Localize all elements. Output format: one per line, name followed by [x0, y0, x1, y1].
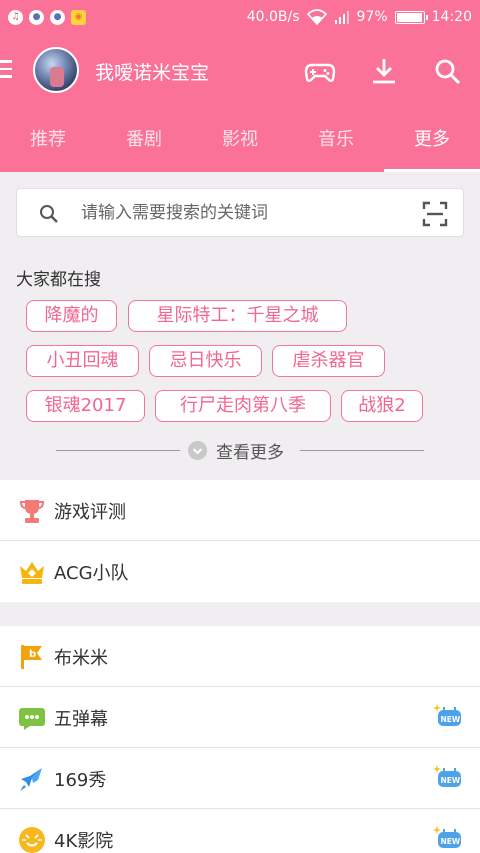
list-item-label: 4K影院	[54, 827, 113, 853]
feature-list: 游戏评测 ACG小队	[0, 480, 480, 602]
camera-app-icon: ◉	[71, 10, 86, 25]
chat-app-icon: ●	[29, 10, 44, 25]
signal-icon	[334, 10, 350, 24]
list-item-acg-team[interactable]: ACG小队	[0, 541, 480, 602]
list-item-label: 169秀	[54, 766, 106, 792]
crown-icon	[18, 558, 46, 586]
game-controller-icon[interactable]	[304, 56, 336, 88]
tab-anime[interactable]: 番剧	[96, 110, 192, 172]
wifi-icon	[307, 9, 327, 25]
list-item-label: 五弹幕	[54, 705, 108, 731]
tab-music[interactable]: 音乐	[288, 110, 384, 172]
rocket-icon	[18, 765, 46, 793]
hot-search-tag[interactable]: 降魔的	[26, 300, 117, 332]
tab-movies[interactable]: 影视	[192, 110, 288, 172]
divider	[56, 450, 180, 451]
list-item-label: 布米米	[54, 644, 108, 670]
site-list: b 布米米 五弹幕 NEW 169秀	[0, 626, 480, 853]
list-item-wudanmu[interactable]: 五弹幕 NEW	[0, 687, 480, 748]
download-icon[interactable]	[368, 56, 400, 88]
category-tabs: 推荐 番剧 影视 音乐 更多	[0, 110, 480, 172]
svg-text:b: b	[29, 649, 36, 660]
divider	[300, 450, 424, 451]
search-box	[16, 188, 464, 237]
chat-app-icon: ●	[50, 10, 65, 25]
search-icon	[39, 204, 59, 224]
list-item-169show[interactable]: 169秀 NEW	[0, 748, 480, 809]
tab-recommend[interactable]: 推荐	[0, 110, 96, 172]
list-item-4k-cinema[interactable]: 4K影院 NEW	[0, 809, 480, 853]
chevron-down-icon	[188, 441, 207, 460]
search-input[interactable]	[81, 189, 411, 236]
chat-bubble-icon	[18, 704, 46, 732]
music-app-icon: ♫	[8, 10, 23, 25]
new-badge-label: NEW	[441, 776, 461, 785]
new-badge-label: NEW	[441, 715, 461, 724]
search-icon[interactable]	[432, 56, 464, 88]
scan-icon[interactable]	[422, 201, 448, 227]
hot-search-tag[interactable]: 星际特工：千星之城	[128, 300, 347, 332]
see-more-label: 查看更多	[216, 438, 284, 463]
notification-icons: ♫ ● ● ◉	[8, 10, 86, 25]
new-badge-icon: NEW	[432, 824, 462, 853]
list-item-label: ACG小队	[54, 559, 129, 585]
tab-more[interactable]: 更多	[384, 110, 480, 172]
avatar[interactable]	[33, 47, 79, 93]
list-item-label: 游戏评测	[54, 498, 126, 524]
clock: 14:20	[432, 9, 472, 25]
see-more-button[interactable]: 查看更多	[56, 436, 424, 466]
hot-search-title: 大家都在搜	[16, 265, 101, 290]
hot-search-tag[interactable]: 虐杀器官	[272, 345, 385, 377]
list-item-game-review[interactable]: 游戏评测	[0, 480, 480, 541]
trophy-icon	[18, 497, 46, 525]
new-badge-icon: NEW	[432, 763, 462, 793]
hot-search-tag[interactable]: 小丑回魂	[26, 345, 139, 377]
cat-face-icon	[18, 826, 46, 853]
hot-search-tag[interactable]: 行尸走肉第八季	[155, 390, 331, 422]
new-badge-label: NEW	[441, 837, 461, 846]
status-bar: ♫ ● ● ◉ 40.0B/s 97% 14:20	[0, 0, 480, 34]
flag-icon: b	[18, 643, 46, 671]
app-bar: 我嗳诺米宝宝	[0, 34, 480, 110]
battery-percent: 97%	[357, 9, 388, 25]
list-item-bumimi[interactable]: b 布米米	[0, 626, 480, 687]
battery-icon	[395, 11, 425, 24]
hot-search-tag[interactable]: 银魂2017	[26, 390, 145, 422]
hot-search-tag[interactable]: 战狼2	[341, 390, 423, 422]
new-badge-icon: NEW	[432, 702, 462, 732]
battery-fill	[397, 13, 422, 22]
menu-icon[interactable]	[0, 60, 14, 80]
username[interactable]: 我嗳诺米宝宝	[95, 58, 209, 85]
network-speed: 40.0B/s	[247, 9, 300, 25]
hot-search-tag[interactable]: 忌日快乐	[149, 345, 262, 377]
